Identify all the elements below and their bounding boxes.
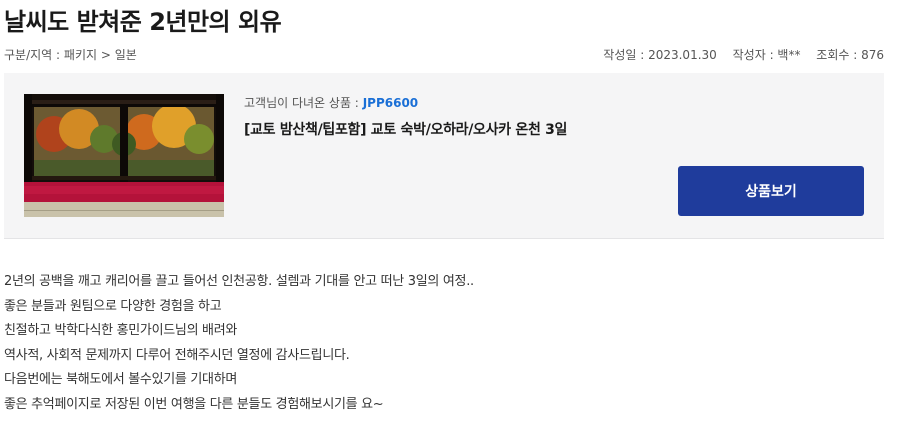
views-meta: 조회수 : 876 <box>816 48 884 62</box>
author-meta: 작성자 : 백** <box>732 48 801 62</box>
category-path: 패키지 > 일본 <box>63 48 137 62</box>
category-label: 구분/지역 <box>4 48 53 62</box>
author-value: 백** <box>777 48 801 62</box>
date-label: 작성일 <box>603 48 637 62</box>
review-line: 친절하고 박학다식한 홍민가이드님의 배려와 <box>4 323 238 338</box>
category-breadcrumb: 구분/지역 : 패키지 > 일본 <box>4 46 137 63</box>
review-line: 다음번에는 북해도에서 볼수있기를 기대하며 <box>4 372 238 387</box>
product-name[interactable]: [교토 밤산책/팁포함] 교토 숙박/오하라/오사카 온천 3일 <box>244 119 567 139</box>
review-line: 좋은 분들과 원팀으로 다양한 경험을 하고 <box>4 298 222 314</box>
author-label: 작성자 <box>732 48 766 62</box>
date-meta: 작성일 : 2023.01.30 <box>603 48 717 62</box>
post-meta: 작성일 : 2023.01.30 작성자 : 백** 조회수 : 876 <box>591 46 884 63</box>
product-card: 고객님이 다녀온 상품 : JPP6600 [교토 밤산책/팁포함] 교토 숙박… <box>4 73 884 239</box>
review-line: 좋은 추억페이지로 저장된 이번 여행을 다른 분들도 경험해보시기를 요~ <box>4 396 384 412</box>
product-thumbnail[interactable] <box>24 94 224 217</box>
review-line: 역사적, 사회적 문제까지 다루어 전해주시던 열정에 감사드립니다. <box>4 347 350 363</box>
review-line: 2년의 공백을 깨고 캐리어를 끌고 들어선 인천공항. 설렘과 기대를 안고 … <box>4 274 474 289</box>
temple-garden-image <box>24 94 224 217</box>
review-title: 날씨도 받쳐준 2년만의 외유 <box>4 8 282 36</box>
views-label: 조회수 <box>816 48 850 62</box>
review-body: 2년의 공백을 깨고 캐리어를 끌고 들어선 인천공항. 설렘과 기대를 안고 … <box>4 270 474 417</box>
visited-label: 고객님이 다녀온 상품 : <box>244 96 359 110</box>
visited-product-line: 고객님이 다녀온 상품 : JPP6600 <box>244 94 418 111</box>
category-separator: : <box>56 48 61 62</box>
date-value: 2023.01.30 <box>648 48 717 62</box>
product-code[interactable]: JPP6600 <box>363 96 418 110</box>
view-product-button[interactable]: 상품보기 <box>678 166 864 216</box>
meta-row: 구분/지역 : 패키지 > 일본 작성일 : 2023.01.30 작성자 : … <box>4 46 884 64</box>
views-value: 876 <box>861 48 884 62</box>
